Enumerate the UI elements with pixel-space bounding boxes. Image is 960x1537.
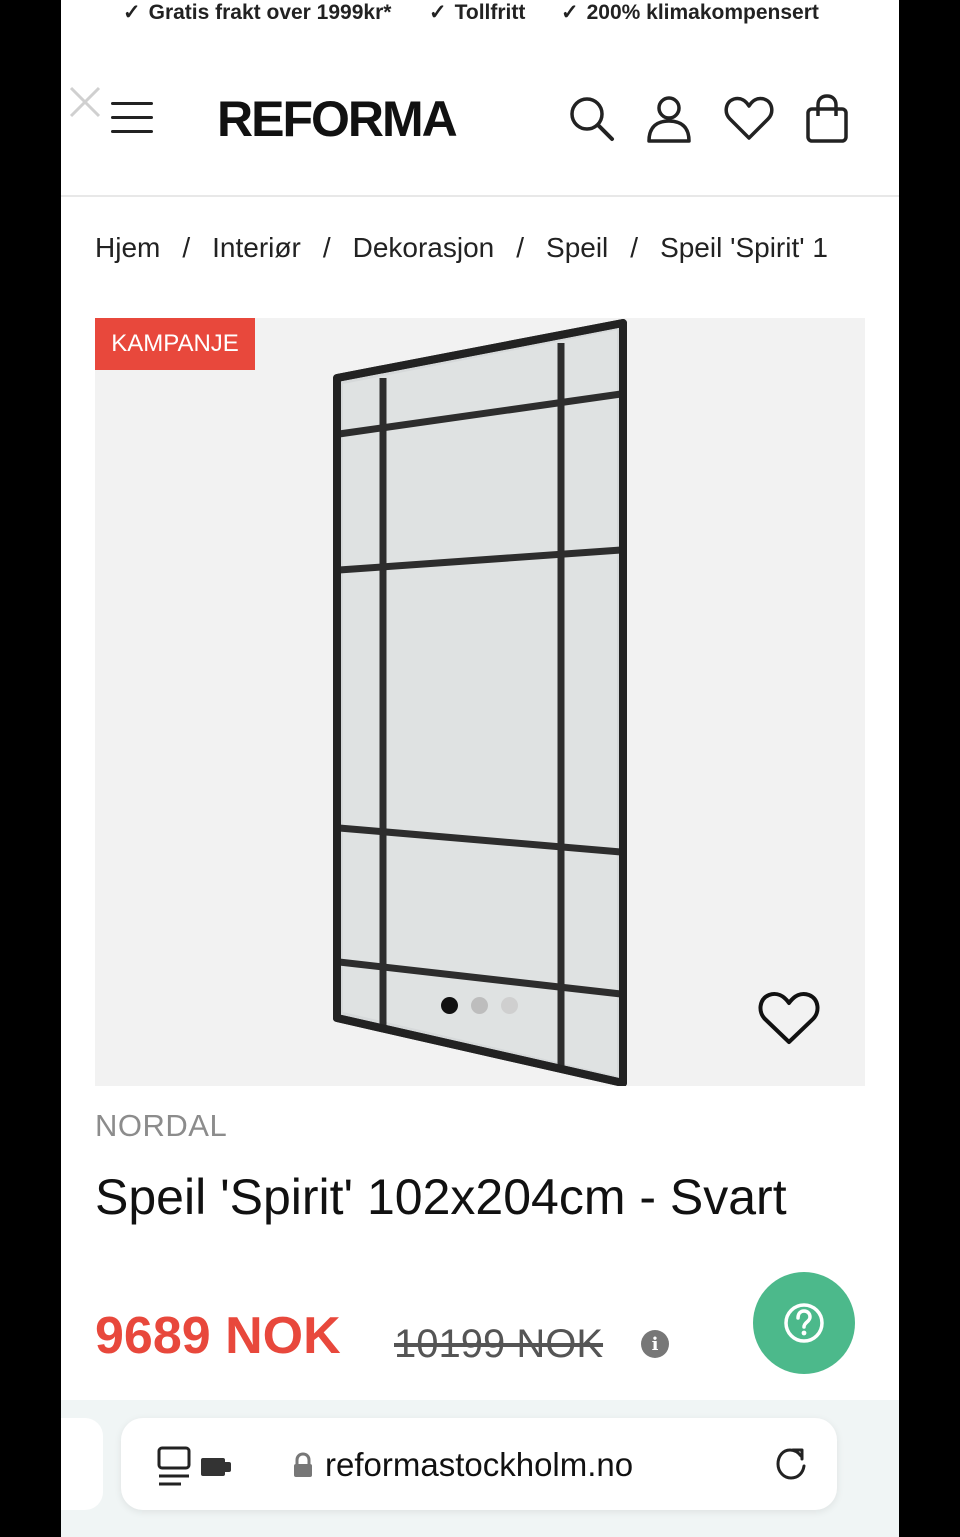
browser-tab-stub[interactable]	[61, 1418, 103, 1510]
product-image-gallery[interactable]: KAMPANJE	[95, 318, 865, 1086]
breadcrumb-item-interior[interactable]: Interiør	[212, 232, 301, 263]
campaign-badge: KAMPANJE	[95, 318, 255, 370]
url-text: reformastockholm.no	[325, 1446, 634, 1483]
checkmark-icon: ✓	[123, 1, 141, 24]
reload-icon[interactable]	[773, 1446, 809, 1482]
close-icon[interactable]	[67, 84, 103, 120]
site-header: REFORMA	[61, 40, 899, 197]
breadcrumb-item-home[interactable]: Hjem	[95, 232, 160, 263]
menu-icon[interactable]	[111, 100, 153, 136]
checkmark-icon: ✓	[429, 1, 447, 24]
breadcrumb-item-mirror[interactable]: Speil	[546, 232, 608, 263]
breadcrumb: Hjem / Interiør / Dekorasjon / Speil / Speil 'Sp…	[95, 232, 828, 263]
product-title: Speil 'Spirit' 102x204cm - Svart	[95, 1169, 787, 1225]
checkmark-icon: ✓	[561, 1, 579, 24]
page: ✓ Gratis frakt over 1999kr* ✓ Tollfritt ✓ 2…	[61, 0, 899, 1537]
lock-icon	[294, 1452, 312, 1477]
usp-bar: ✓ Gratis frakt over 1999kr* ✓ Tollfritt ✓ 2…	[61, 0, 899, 30]
breadcrumb-item-decoration[interactable]: Dekorasjon	[353, 232, 495, 263]
browser-address-bar: reformastockholm.no	[61, 1400, 899, 1537]
gallery-dot[interactable]	[471, 997, 488, 1014]
site-logo[interactable]: REFORMA	[217, 90, 458, 148]
product-image	[333, 319, 627, 1086]
usp-item-customs: ✓ Tollfritt	[429, 1, 526, 24]
search-icon[interactable]	[565, 92, 617, 144]
account-icon[interactable]	[643, 92, 695, 144]
breadcrumb-item-current: Speil 'Spirit' 1	[660, 232, 828, 263]
gallery-dots	[441, 995, 531, 1015]
reader-mode-icon[interactable]	[157, 1446, 237, 1490]
product-brand[interactable]: NORDAL	[95, 1108, 227, 1144]
price-info-icon[interactable]: i	[641, 1330, 669, 1358]
sale-price: 9689 NOK	[95, 1307, 341, 1365]
help-button[interactable]	[753, 1272, 855, 1374]
question-mark-icon	[784, 1303, 824, 1343]
favorite-heart-icon[interactable]	[757, 990, 821, 1046]
original-price: 10199 NOK	[394, 1322, 604, 1366]
url-field[interactable]: reformastockholm.no	[121, 1418, 837, 1510]
wishlist-icon[interactable]	[723, 92, 775, 144]
usp-item-shipping: ✓ Gratis frakt over 1999kr*	[123, 1, 392, 24]
gallery-dot[interactable]	[501, 997, 518, 1014]
gallery-dot-active[interactable]	[441, 997, 458, 1014]
usp-item-climate: ✓ 200% klimakompensert	[561, 1, 819, 24]
cart-icon[interactable]	[801, 92, 853, 144]
